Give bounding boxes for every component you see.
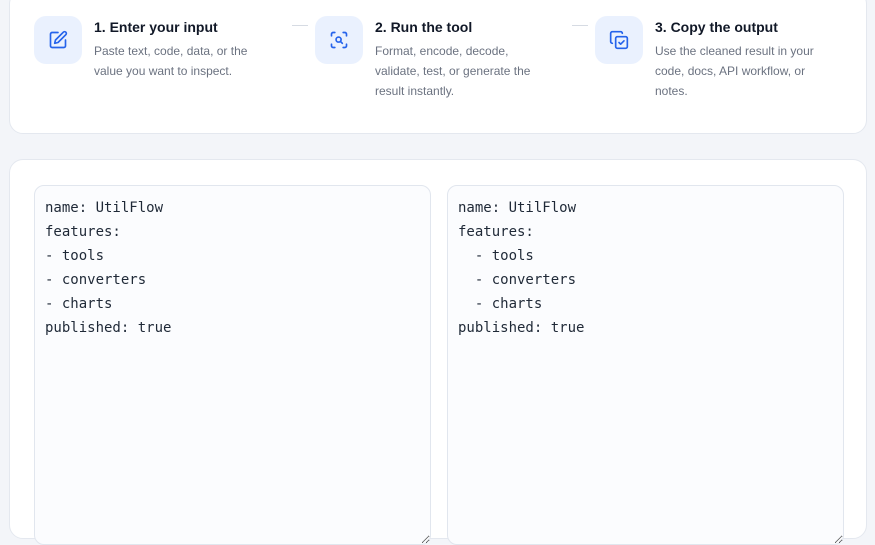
scan-search-icon <box>315 16 363 64</box>
editor-card: name: UtilFlow features: - tools - conve… <box>9 159 867 545</box>
step-title: 3. Copy the output <box>655 19 778 35</box>
how-it-works-card: 1. Enter your input Paste text, code, da… <box>9 0 867 134</box>
step-description: Format, encode, decode, validate, test, … <box>375 44 531 98</box>
output-textarea[interactable]: name: UtilFlow features: - tools - conve… <box>447 185 844 545</box>
step-description: Paste text, code, data, or the value you… <box>94 44 248 78</box>
step-connector <box>292 25 308 26</box>
input-textarea[interactable]: name: UtilFlow features: - tools - conve… <box>34 185 431 545</box>
step-description: Use the cleaned result in your code, doc… <box>655 44 814 98</box>
edit-icon <box>34 16 82 64</box>
copy-check-icon <box>595 16 643 64</box>
step-title: 2. Run the tool <box>375 19 473 35</box>
step-title: 1. Enter your input <box>94 19 218 35</box>
step-connector <box>572 25 588 26</box>
